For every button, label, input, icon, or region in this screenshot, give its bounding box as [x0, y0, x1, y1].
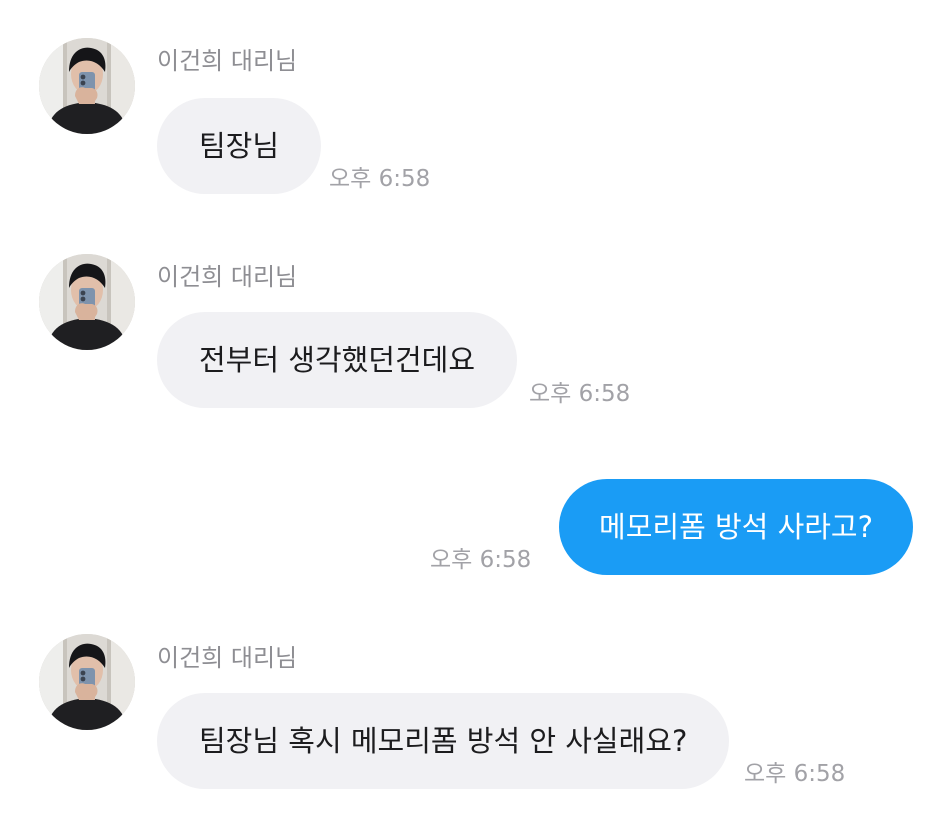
message-timestamp: 오후 6:58	[744, 761, 846, 787]
incoming-message-bubble[interactable]: 팀장님 혹시 메모리폼 방석 안 사실래요?	[157, 693, 730, 789]
message-timestamp: 오후 6:58	[329, 166, 431, 192]
outgoing-message-bubble[interactable]: 메모리폼 방석 사라고?	[559, 479, 913, 575]
sender-name: 이건희 대리님	[157, 263, 298, 291]
message-timestamp: 오후 6:58	[529, 381, 631, 407]
sender-name: 이건희 대리님	[157, 47, 298, 75]
sender-avatar[interactable]	[39, 254, 135, 350]
sender-avatar[interactable]	[39, 38, 135, 134]
message-timestamp: 오후 6:58	[430, 547, 532, 573]
sender-name: 이건희 대리님	[157, 644, 298, 672]
sender-avatar[interactable]	[39, 634, 135, 730]
incoming-message-bubble[interactable]: 전부터 생각했던건데요	[157, 312, 518, 408]
incoming-message-bubble[interactable]: 팀장님	[157, 98, 322, 194]
